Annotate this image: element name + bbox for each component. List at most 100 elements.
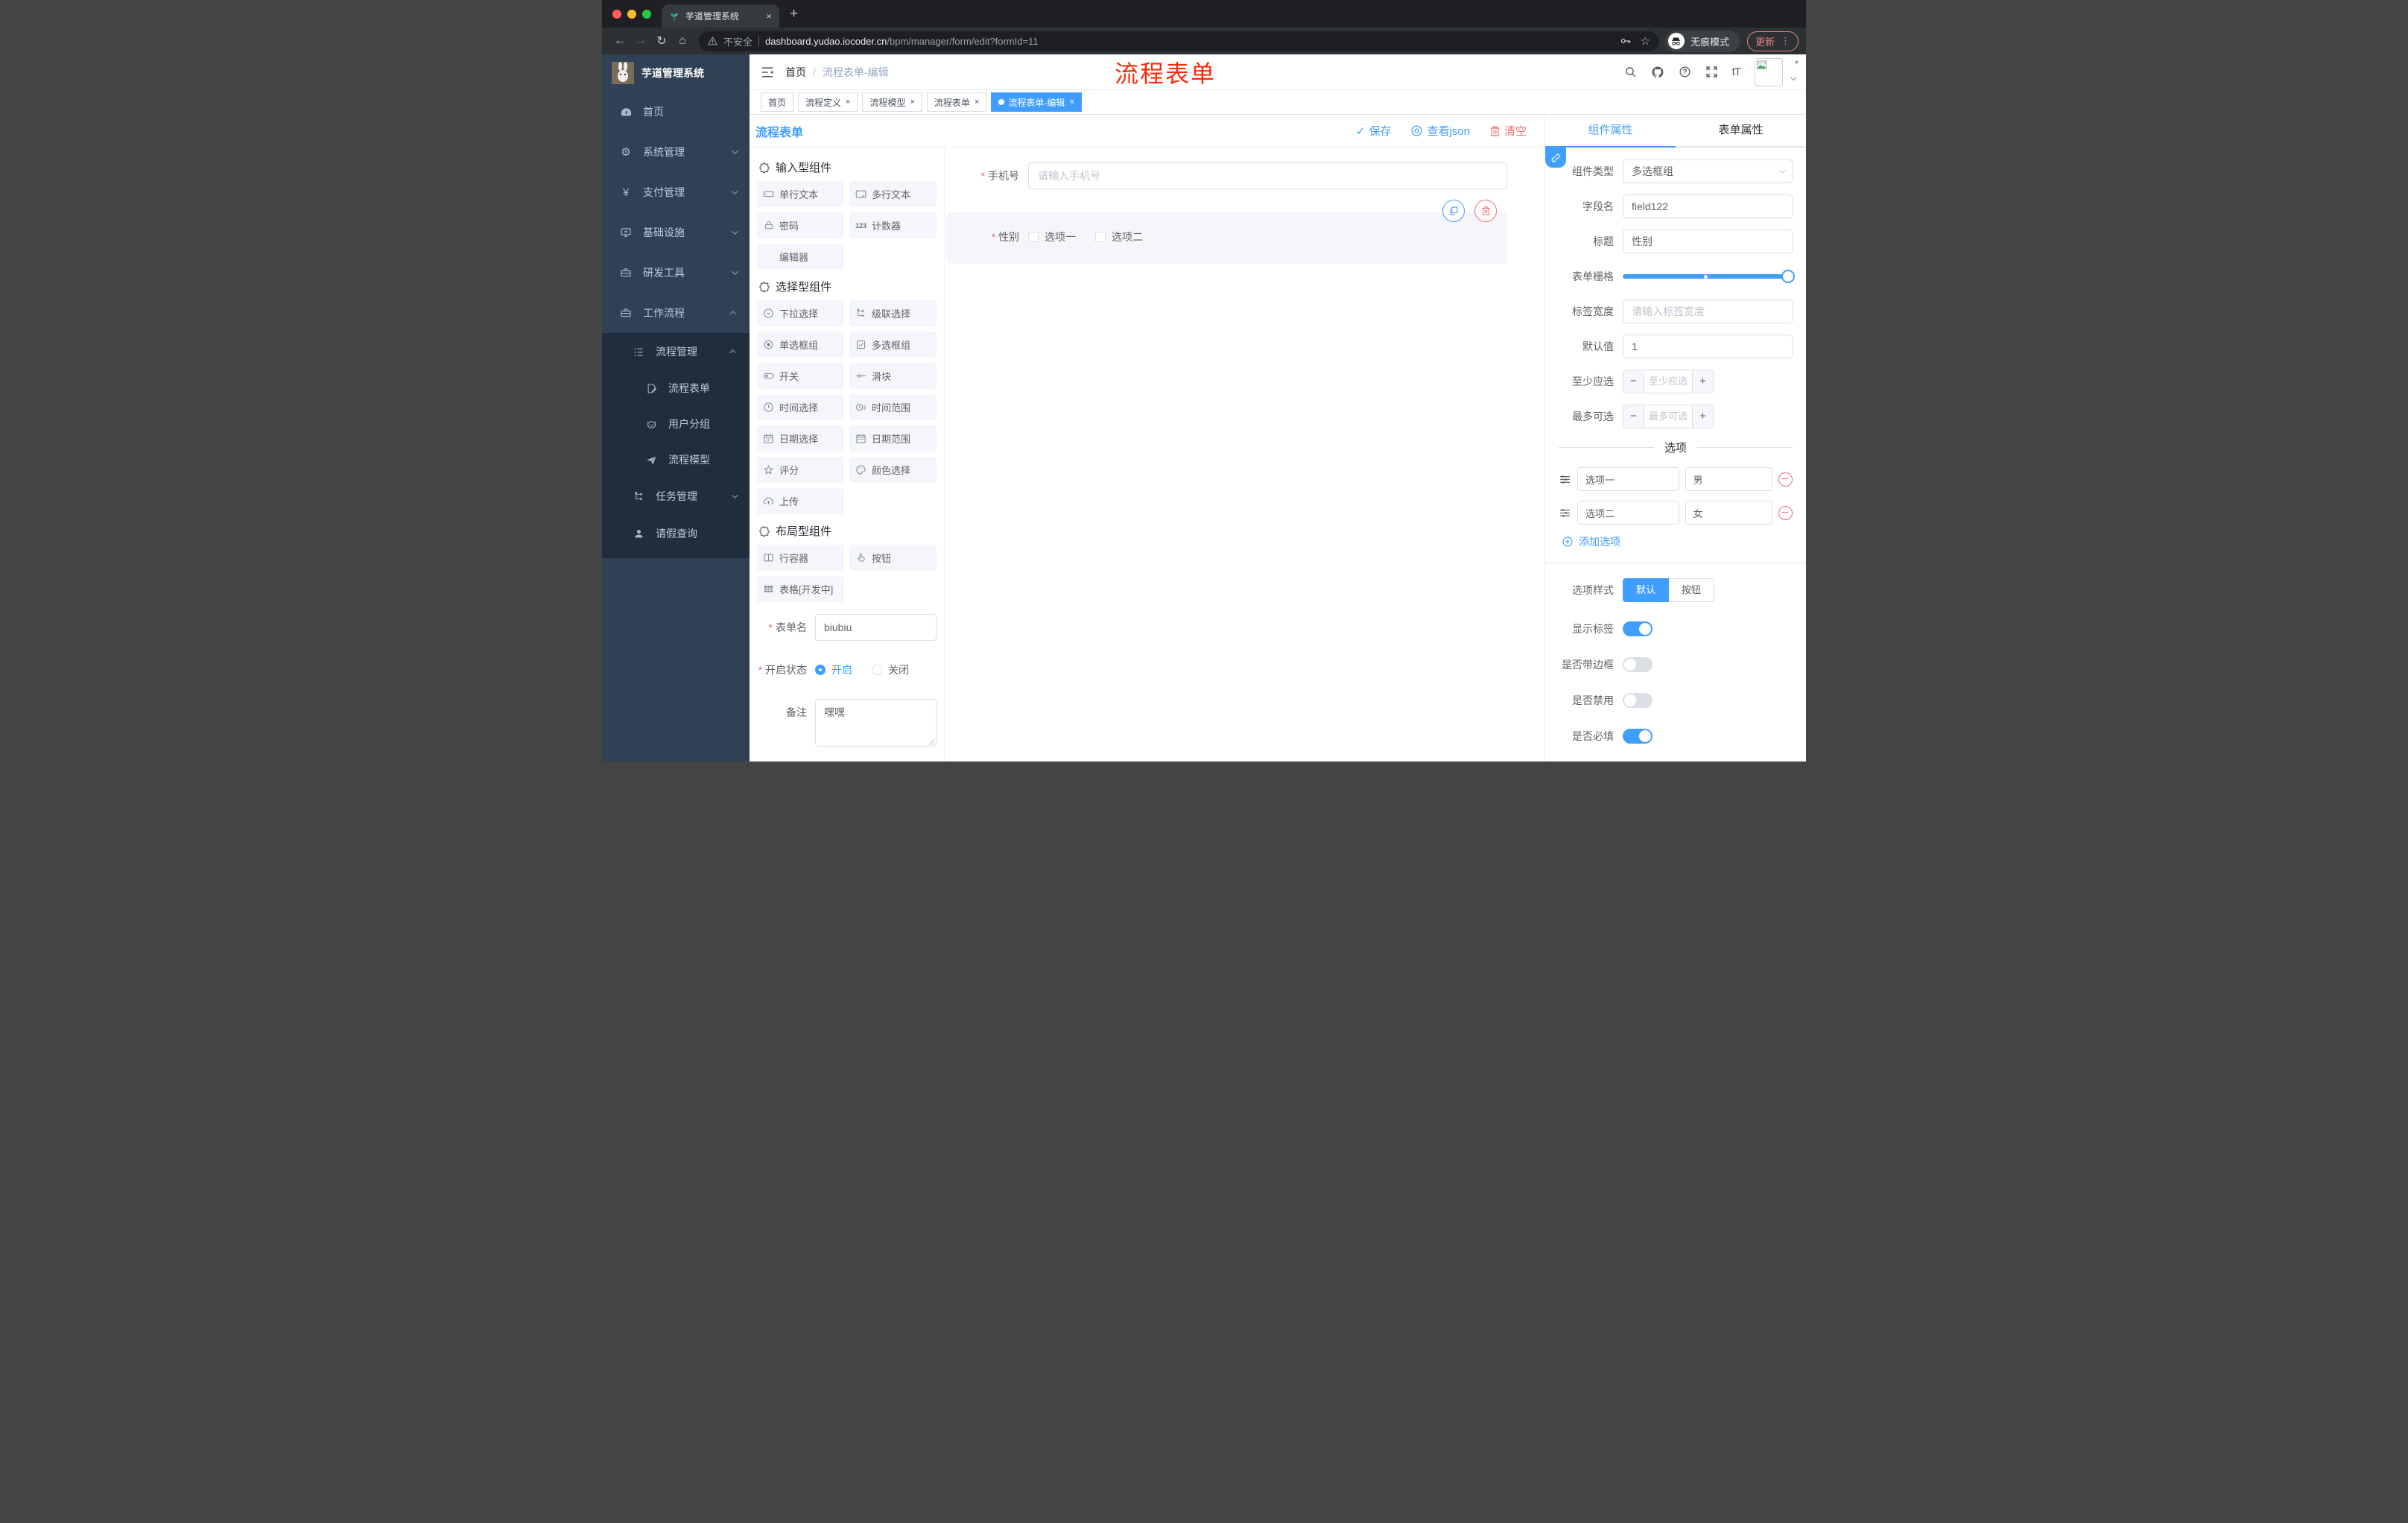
remove-option-icon[interactable] — [1778, 472, 1793, 487]
font-size-icon[interactable]: tT — [1732, 66, 1741, 78]
component-multi-text[interactable]: 多行文本 — [849, 181, 937, 207]
url-text[interactable]: dashboard.yudao.iocoder.cn/bpm/manager/f… — [765, 36, 1039, 47]
browser-update-button[interactable]: 更新 ⋮ — [1746, 31, 1799, 51]
slider-handle[interactable] — [1781, 270, 1795, 283]
search-icon[interactable] — [1624, 66, 1637, 78]
tag-process-form-edit[interactable]: 流程表单-编辑 × — [991, 92, 1082, 112]
gender-option-1[interactable]: 选项一 — [1028, 229, 1076, 244]
tab-close-icon[interactable]: × — [766, 10, 772, 22]
fullscreen-icon[interactable] — [1705, 66, 1718, 78]
option-name-input[interactable] — [1577, 467, 1679, 491]
sidebar-item-workflow[interactable]: 工作流程 — [602, 293, 750, 333]
option-value-input[interactable] — [1685, 501, 1772, 525]
tab-form-props[interactable]: 表单属性 — [1676, 115, 1806, 148]
canvas-item-gender-selected[interactable]: 性别 选项一 选项二 — [946, 200, 1507, 264]
component-time-picker[interactable]: 时间选择 — [757, 394, 844, 420]
close-icon[interactable]: × — [975, 98, 979, 107]
canvas-item-phone[interactable]: 手机号 请输入手机号 — [946, 162, 1507, 189]
plus-button[interactable]: + — [1692, 405, 1713, 428]
close-window-button[interactable] — [612, 9, 621, 19]
delete-item-button[interactable] — [1474, 200, 1497, 222]
gender-option-2[interactable]: 选项二 — [1095, 229, 1143, 244]
component-select[interactable]: 下拉选择 — [757, 300, 844, 326]
phone-input[interactable]: 请输入手机号 — [1028, 162, 1507, 189]
plus-button[interactable]: + — [1692, 370, 1713, 393]
view-json-button[interactable]: 查看json — [1410, 123, 1470, 139]
component-date-picker[interactable]: 日期选择 — [757, 425, 844, 452]
drag-handle-icon[interactable] — [1559, 473, 1571, 486]
checkbox-unchecked[interactable] — [1095, 232, 1106, 242]
avatar-caret-icon[interactable] — [1790, 74, 1797, 80]
sidebar-item-infra[interactable]: 基础设施 — [602, 212, 750, 253]
stepper-placeholder[interactable]: 最多可选 — [1644, 405, 1692, 428]
component-editor[interactable]: 编辑器 — [757, 244, 844, 270]
component-password[interactable]: 密码 — [757, 212, 844, 238]
show-label-toggle[interactable] — [1623, 621, 1653, 636]
component-checkbox-group[interactable]: 多选框组 — [849, 332, 937, 358]
radio-on[interactable] — [815, 665, 826, 675]
radio-off[interactable] — [872, 665, 882, 675]
link-icon[interactable] — [1545, 148, 1566, 168]
back-icon[interactable]: ← — [609, 34, 630, 48]
browser-caret-icon[interactable]: ▾ — [1795, 59, 1799, 67]
github-icon[interactable] — [1651, 66, 1664, 79]
sidebar-item-process-mgmt[interactable]: 流程管理 — [602, 333, 750, 370]
default-value-input[interactable] — [1623, 335, 1793, 358]
radio-off-label[interactable]: 关闭 — [888, 656, 909, 683]
tag-home[interactable]: 首页 — [761, 92, 794, 112]
remove-option-icon[interactable] — [1778, 505, 1793, 520]
breadcrumb-home[interactable]: 首页 — [785, 65, 806, 80]
new-tab-button[interactable]: + — [790, 6, 798, 22]
component-button[interactable]: 按钮 — [849, 545, 937, 571]
component-row-container[interactable]: 行容器 — [757, 545, 844, 571]
save-button[interactable]: ✓ 保存 — [1356, 123, 1392, 139]
component-counter[interactable]: 123 计数器 — [849, 212, 937, 238]
stepper-placeholder[interactable]: 至少应选 — [1644, 370, 1692, 393]
style-default-button[interactable]: 默认 — [1623, 578, 1670, 602]
avatar[interactable] — [1755, 57, 1783, 86]
home-icon[interactable]: ⌂ — [672, 34, 693, 48]
sidebar-item-system[interactable]: ⚙ 系统管理 — [602, 132, 750, 172]
component-upload[interactable]: 上传 — [757, 488, 844, 514]
sidebar-item-process-model[interactable]: 流程模型 — [602, 442, 750, 478]
add-option-button[interactable]: 添加选项 — [1562, 534, 1793, 549]
tab-component-props[interactable]: 组件属性 — [1545, 115, 1676, 148]
component-time-range[interactable]: 时间范围 — [849, 394, 937, 420]
radio-on-label[interactable]: 开启 — [831, 656, 852, 683]
component-switch[interactable]: 开关 — [757, 363, 844, 389]
forward-icon[interactable]: → — [630, 34, 651, 48]
help-icon[interactable] — [1679, 66, 1691, 78]
component-radio-group[interactable]: 单选框组 — [757, 332, 844, 358]
field-name-input[interactable] — [1623, 194, 1793, 218]
component-table[interactable]: 表格[开发中] — [757, 576, 844, 602]
copy-item-button[interactable] — [1442, 200, 1465, 222]
address-bar[interactable]: 不安全 dashboard.yudao.iocoder.cn/bpm/manag… — [699, 31, 1659, 51]
label-width-input[interactable] — [1623, 300, 1793, 323]
close-icon[interactable]: × — [1069, 98, 1074, 107]
drag-handle-icon[interactable] — [1559, 507, 1571, 519]
resize-handle[interactable] — [928, 738, 934, 745]
sidebar-item-leave-query[interactable]: 请假查询 — [602, 515, 750, 552]
sidebar-item-user-group[interactable]: 用户分组 — [602, 406, 750, 442]
key-icon[interactable] — [1620, 36, 1632, 46]
close-icon[interactable]: × — [910, 98, 914, 107]
sidebar-logo[interactable]: 芋道管理系统 — [602, 54, 750, 92]
checkbox-unchecked[interactable] — [1028, 232, 1039, 242]
component-color-picker[interactable]: 颜色选择 — [849, 457, 937, 483]
style-button-button[interactable]: 按钮 — [1669, 578, 1715, 602]
minus-button[interactable]: − — [1623, 370, 1644, 393]
option-value-input[interactable] — [1685, 467, 1772, 491]
option-name-input[interactable] — [1577, 501, 1679, 525]
hamburger-icon[interactable] — [750, 66, 785, 78]
sidebar-item-payment[interactable]: ¥ 支付管理 — [602, 172, 750, 212]
sidebar-item-task-mgmt[interactable]: 任务管理 — [602, 478, 750, 515]
tag-process-definition[interactable]: 流程定义 × — [798, 92, 858, 112]
required-toggle[interactable] — [1623, 729, 1653, 744]
component-single-text[interactable]: 单行文本 — [757, 181, 844, 207]
form-grid-slider[interactable] — [1623, 265, 1795, 288]
sidebar-item-devtools[interactable]: 研发工具 — [602, 253, 750, 293]
remark-textarea[interactable]: 嘿嘿 — [815, 699, 937, 747]
title-input[interactable] — [1623, 229, 1793, 253]
clear-button[interactable]: 清空 — [1489, 123, 1527, 139]
tag-process-form[interactable]: 流程表单 × — [926, 92, 987, 112]
